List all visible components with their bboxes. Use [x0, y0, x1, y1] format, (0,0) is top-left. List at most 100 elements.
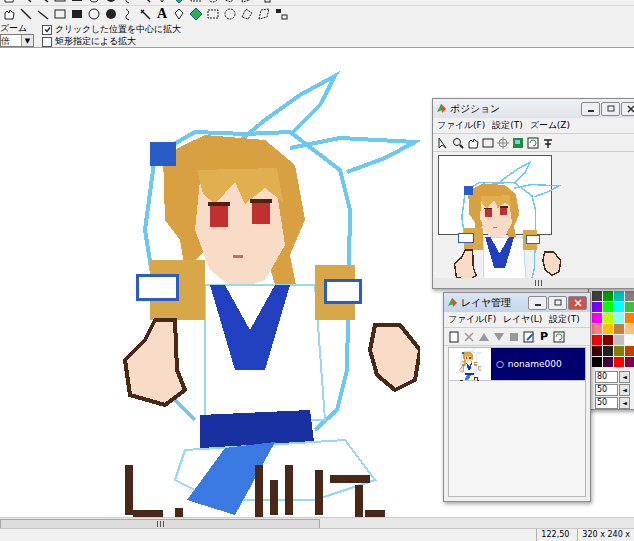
title-bar[interactable]: レイヤ管理 — [444, 293, 590, 312]
tool-button[interactable] — [121, 7, 135, 21]
curve-tool-icon[interactable] — [121, 7, 135, 21]
tool-button[interactable] — [240, 7, 254, 21]
text-tool[interactable]: A — [157, 7, 167, 21]
checkbox-row[interactable]: クリックした位置を中心に拡大 — [42, 24, 181, 35]
color-swatch[interactable] — [603, 335, 613, 345]
bucket-tool-icon[interactable] — [155, 0, 169, 4]
color-swatch[interactable] — [625, 291, 634, 301]
rect-tool-icon[interactable] — [53, 7, 67, 21]
frame-icon[interactable] — [482, 137, 494, 149]
tool-button[interactable] — [172, 0, 186, 4]
selellipse-tool-icon[interactable] — [223, 7, 237, 21]
block-icon[interactable] — [508, 331, 520, 343]
color-swatch[interactable] — [592, 313, 602, 323]
tool-button[interactable] — [257, 7, 271, 21]
delete-icon[interactable] — [463, 331, 475, 343]
color-swatch[interactable] — [625, 346, 634, 356]
tool-button[interactable] — [19, 0, 33, 4]
menu-item[interactable]: 設定(T) — [549, 313, 580, 326]
rect-tool-icon[interactable] — [53, 0, 67, 4]
color-swatch[interactable] — [625, 302, 634, 312]
tool-button[interactable] — [2, 7, 16, 21]
color-swatch[interactable] — [592, 291, 602, 301]
selellipse-tool-icon[interactable] — [206, 0, 220, 4]
tool-button[interactable] — [274, 7, 288, 21]
line2-tool-icon[interactable] — [36, 0, 50, 4]
diamond-tool-icon[interactable] — [172, 0, 186, 4]
tool-button[interactable] — [87, 7, 101, 21]
refresh-icon[interactable] — [553, 331, 565, 343]
tool-button[interactable] — [206, 7, 220, 21]
maximize-button[interactable] — [548, 296, 567, 310]
value-arrow[interactable]: ◄ — [619, 371, 630, 383]
ellipsefill-tool-icon[interactable] — [104, 0, 118, 4]
line-tool-icon[interactable] — [19, 0, 33, 4]
color-swatch[interactable] — [592, 302, 602, 312]
image-icon[interactable] — [512, 137, 524, 149]
tool-button[interactable] — [2, 0, 16, 4]
zoom-select[interactable]: 倍▼ — [0, 34, 34, 47]
color-swatch[interactable] — [625, 313, 634, 323]
menu-item[interactable]: ズーム(Z) — [530, 119, 570, 132]
p-button[interactable]: P — [538, 330, 550, 343]
tool-button[interactable] — [257, 0, 271, 4]
tool-button[interactable] — [121, 0, 135, 4]
tool-button[interactable] — [19, 7, 33, 21]
zoom-icon[interactable] — [452, 137, 464, 149]
tool-button[interactable] — [189, 0, 203, 4]
down-icon[interactable] — [493, 331, 505, 343]
up-icon[interactable] — [478, 331, 490, 343]
preview-canvas[interactable] — [438, 155, 552, 235]
layer-row[interactable]: ○noname000 — [449, 348, 585, 381]
tool-button[interactable] — [223, 0, 237, 4]
tool-button[interactable] — [36, 7, 50, 21]
hand-icon[interactable] — [467, 137, 479, 149]
close-button[interactable] — [568, 296, 587, 310]
palette-window[interactable]: 80◄50◄50◄ — [588, 288, 634, 410]
bucket-tool-icon[interactable] — [172, 7, 186, 21]
color-swatch[interactable] — [614, 291, 624, 301]
tool-button[interactable] — [240, 0, 254, 4]
minimize-button[interactable] — [581, 102, 600, 116]
diamond-tool-icon[interactable] — [189, 7, 203, 21]
color-swatch[interactable] — [625, 335, 634, 345]
wand-tool-icon[interactable] — [138, 7, 152, 21]
ellipse-tool-icon[interactable] — [87, 0, 101, 4]
color-swatch[interactable] — [592, 335, 602, 345]
horizontal-scrollbar[interactable] — [0, 517, 634, 528]
edit-icon[interactable] — [523, 331, 535, 343]
close-button[interactable] — [621, 102, 634, 116]
color-swatch[interactable] — [603, 324, 613, 334]
line-tool-icon[interactable] — [19, 7, 33, 21]
color-swatch[interactable] — [614, 346, 624, 356]
tool-button[interactable] — [206, 0, 220, 4]
checkbox[interactable] — [42, 37, 52, 47]
color-swatch[interactable] — [625, 357, 634, 367]
tool-button[interactable] — [70, 7, 84, 21]
color-swatch[interactable] — [614, 302, 624, 312]
tool-button[interactable] — [53, 7, 67, 21]
position-window[interactable]: ポジションファイル(F)設定(T)ズーム(Z) — [432, 98, 634, 289]
tool-button[interactable] — [172, 7, 186, 21]
visibility-mark[interactable]: ○ — [496, 359, 504, 369]
hand-tool-icon[interactable] — [2, 7, 16, 21]
menu-item[interactable]: ファイル(F) — [448, 313, 496, 326]
misc-tool-icon[interactable] — [274, 7, 288, 21]
tool-button[interactable] — [70, 0, 84, 4]
center-icon[interactable] — [497, 137, 509, 149]
tool-button[interactable] — [53, 0, 67, 4]
color-swatch[interactable] — [592, 346, 602, 356]
color-swatch[interactable] — [625, 324, 634, 334]
rectfill-tool-icon[interactable] — [70, 7, 84, 21]
tool-button[interactable] — [36, 0, 50, 4]
title-bar[interactable]: ポジション — [433, 99, 634, 118]
ellipse-tool-icon[interactable] — [87, 7, 101, 21]
tool-button[interactable]: A — [155, 7, 169, 21]
misc-tool-icon[interactable] — [257, 0, 271, 4]
refresh-icon[interactable] — [527, 137, 539, 149]
pointer-icon[interactable] — [437, 137, 449, 149]
color-swatch[interactable] — [592, 357, 602, 367]
selpoly-tool-icon[interactable] — [240, 0, 254, 4]
color-swatch[interactable] — [603, 346, 613, 356]
dropdown-arrow[interactable]: ▼ — [21, 35, 33, 46]
